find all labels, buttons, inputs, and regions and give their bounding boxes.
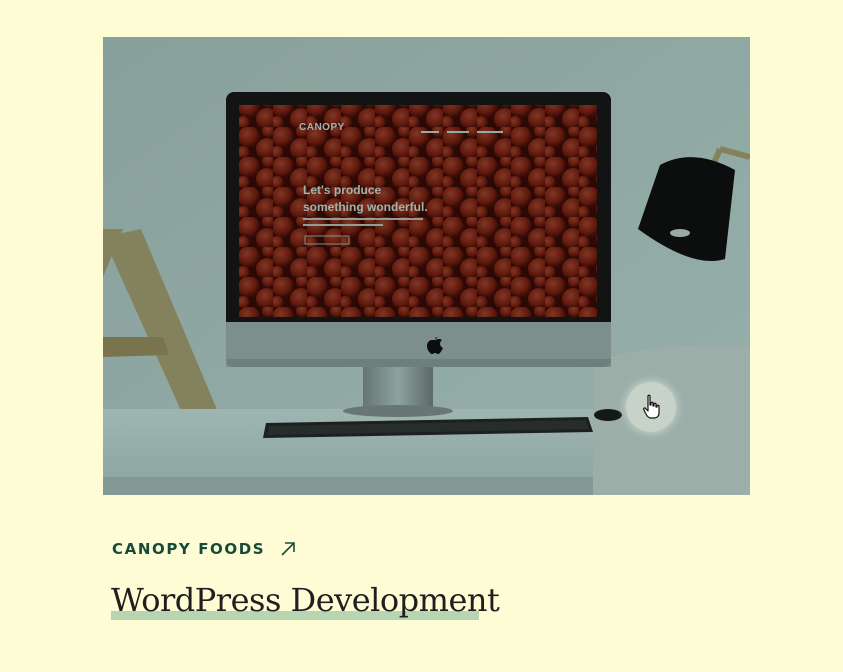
mouse	[594, 409, 622, 421]
project-title-text: WordPress Development	[111, 581, 500, 619]
mockup-logo: CANOPY	[299, 122, 345, 133]
arrow-up-right-icon[interactable]	[279, 540, 297, 558]
project-meta: CANOPY FOODS	[112, 540, 297, 558]
mockup-headline-line2: something wonderful.	[303, 200, 428, 214]
project-title[interactable]: WordPress Development	[111, 580, 500, 620]
client-link[interactable]: CANOPY FOODS	[112, 540, 265, 558]
mockup-headline-line1: Let's produce	[303, 183, 382, 197]
project-card: CANOPY Let's produce something wonderful…	[0, 0, 843, 672]
hand-pointer-icon	[643, 394, 660, 419]
